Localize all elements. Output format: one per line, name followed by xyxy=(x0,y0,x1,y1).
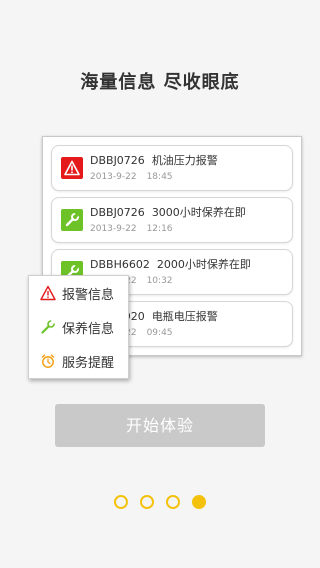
list-item[interactable]: DBBJ0726 机油压力报警 2013-9-22 18:45 xyxy=(51,145,293,191)
time-text: 18:45 xyxy=(146,172,173,182)
start-experience-button[interactable]: 开始体验 xyxy=(55,404,265,447)
time-text: 09:45 xyxy=(146,328,173,338)
menu-item-label: 服务提醒 xyxy=(62,355,115,371)
menu-item-label: 保养信息 xyxy=(62,321,115,337)
menu-item-alarm-info[interactable]: 报警信息 xyxy=(29,276,128,310)
date-text: 2013-9-22 xyxy=(90,172,137,182)
notification-message: 电瓶电压报警 xyxy=(151,310,218,323)
page-dot[interactable] xyxy=(166,495,180,509)
card-title: DBBJ0726 机油压力报警 xyxy=(90,152,218,168)
card-timestamp: 2013-9-22 12:16 xyxy=(90,224,173,234)
warning-icon xyxy=(61,157,83,179)
menu-item-service-reminder[interactable]: 服务提醒 xyxy=(29,344,128,378)
page-indicator xyxy=(0,495,320,509)
vehicle-code: DBBH6602 xyxy=(90,258,150,271)
vehicle-code: DBBJ0726 xyxy=(90,154,145,167)
menu-item-maintenance-info[interactable]: 保养信息 xyxy=(29,310,128,344)
notification-message: 3000小时保养在即 xyxy=(151,206,246,219)
card-title: DBBJ0726 3000小时保养在即 xyxy=(90,204,246,220)
page-dot-active[interactable] xyxy=(192,495,206,509)
category-menu: 报警信息 保养信息 服务提醒 xyxy=(28,275,129,379)
page-title: 海量信息 尽收眼底 xyxy=(80,72,240,93)
time-text: 10:32 xyxy=(146,276,173,286)
menu-item-label: 报警信息 xyxy=(62,287,115,303)
page-dot[interactable] xyxy=(140,495,154,509)
date-text: 2013-9-22 xyxy=(90,224,137,234)
card-title: DBBH6602 2000小时保养在即 xyxy=(90,256,251,272)
time-text: 12:16 xyxy=(146,224,173,234)
notification-message: 2000小时保养在即 xyxy=(156,258,251,271)
page-dot[interactable] xyxy=(114,495,128,509)
wrench-outline-icon xyxy=(39,318,57,336)
wrench-icon xyxy=(61,209,83,231)
list-item[interactable]: DBBJ0726 3000小时保养在即 2013-9-22 12:16 xyxy=(51,197,293,243)
vehicle-code: DBBJ0726 xyxy=(90,206,145,219)
notification-message: 机油压力报警 xyxy=(151,154,218,167)
card-timestamp: 2013-9-22 18:45 xyxy=(90,172,173,182)
warning-triangle-icon xyxy=(39,284,57,302)
alarm-clock-icon xyxy=(39,352,57,370)
